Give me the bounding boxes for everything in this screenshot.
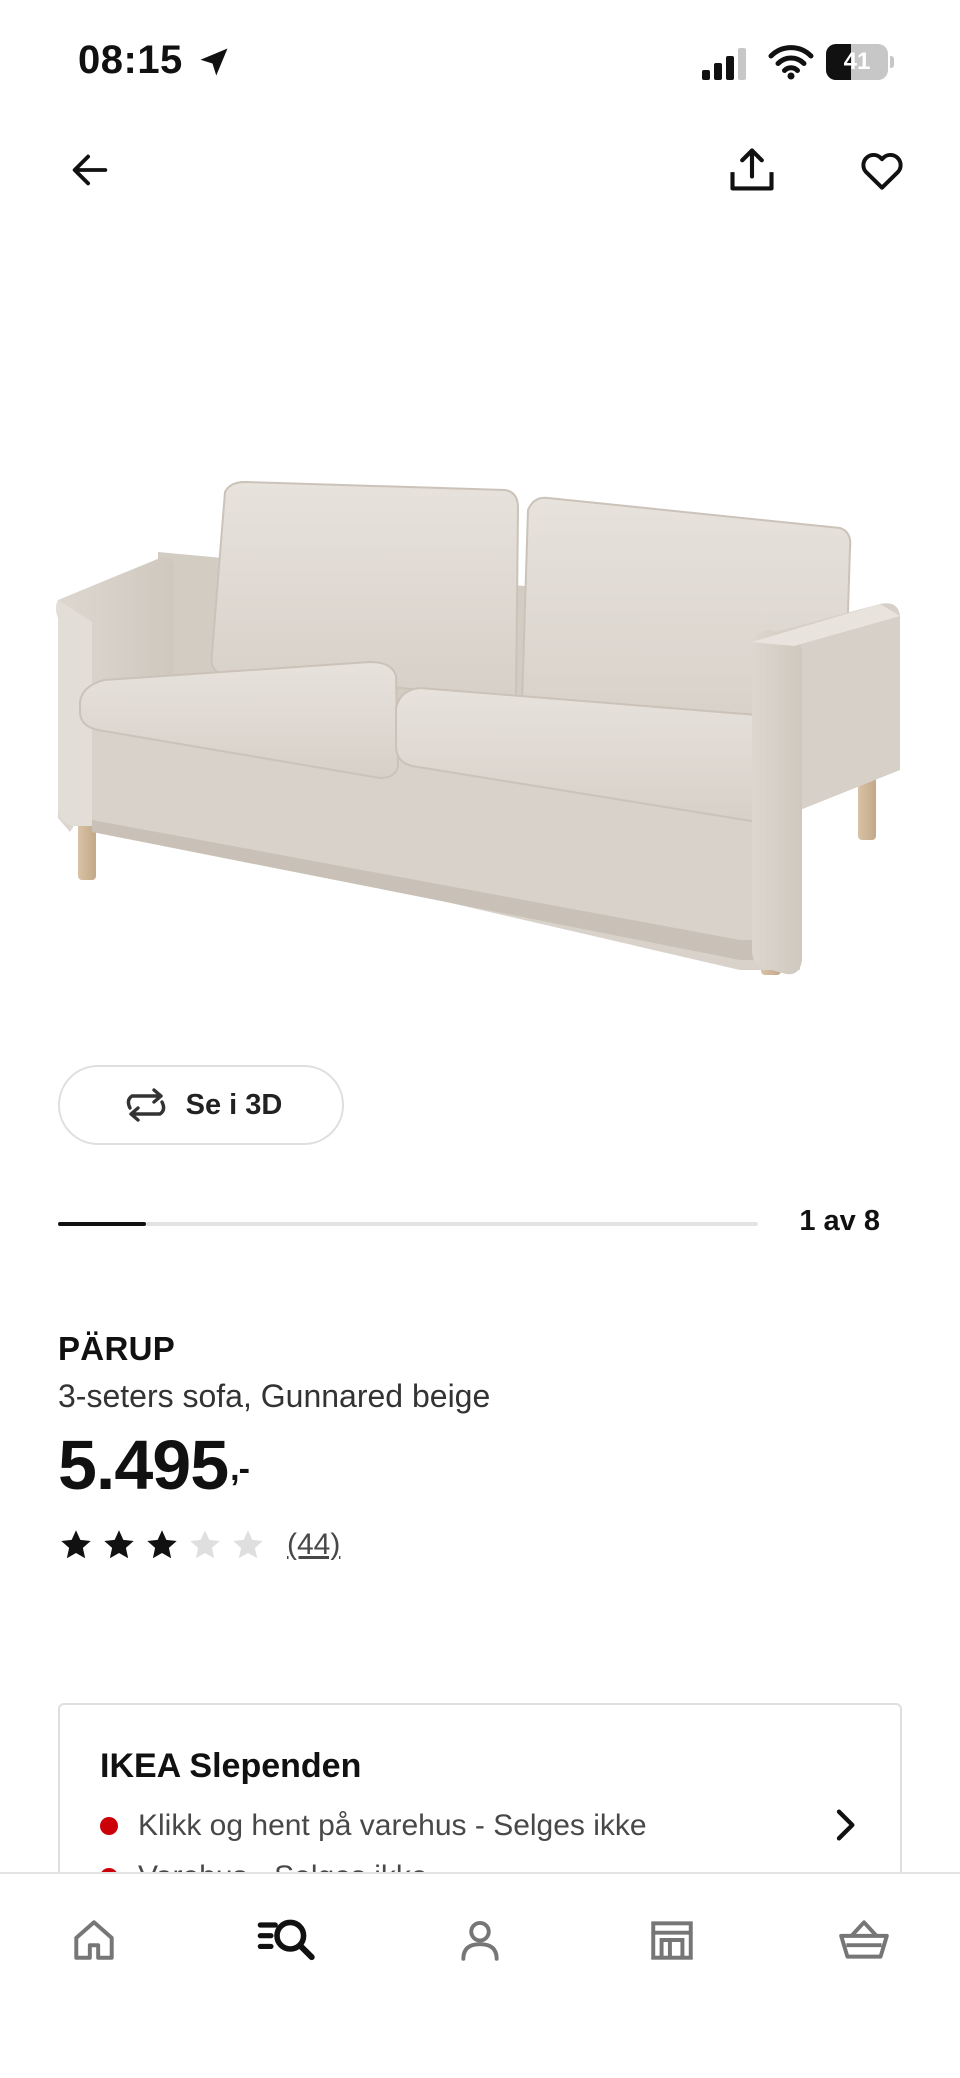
tab-basket[interactable] bbox=[828, 1904, 900, 1976]
store-availability-row: Klikk og hent på varehus - Selges ikke bbox=[100, 1806, 647, 1846]
price-suffix: ,- bbox=[230, 1450, 250, 1488]
review-count-link[interactable]: (44) bbox=[287, 1528, 340, 1562]
bottom-tab-bar bbox=[0, 1872, 960, 2078]
cellular-signal-icon bbox=[702, 48, 746, 80]
share-upload-icon bbox=[730, 148, 774, 191]
chevron-right-icon[interactable] bbox=[824, 1805, 864, 1845]
tab-store[interactable] bbox=[636, 1904, 708, 1976]
star-empty-icon bbox=[233, 1530, 263, 1559]
top-nav bbox=[0, 130, 960, 210]
star-filled-icon bbox=[61, 1530, 91, 1559]
rotate-3d-icon bbox=[126, 1088, 165, 1122]
rating-stars bbox=[58, 1527, 273, 1563]
status-bar: 08:15 41 bbox=[0, 0, 960, 130]
store-name: IKEA Slependen bbox=[100, 1747, 362, 1785]
location-arrow-icon bbox=[200, 48, 228, 76]
tab-home[interactable] bbox=[58, 1904, 130, 1976]
share-button[interactable] bbox=[720, 138, 784, 202]
star-filled-icon bbox=[104, 1530, 134, 1559]
gallery-progress-track[interactable] bbox=[58, 1222, 758, 1226]
store-icon bbox=[651, 1921, 693, 1960]
availability-text: Klikk og hent på varehus - Selges ikke bbox=[138, 1809, 647, 1842]
price-value: 5.495 bbox=[58, 1426, 229, 1504]
arrow-left-icon bbox=[72, 154, 108, 186]
tab-search[interactable] bbox=[250, 1904, 322, 1976]
product-price: 5.495,- bbox=[58, 1425, 250, 1505]
rating[interactable]: (44) bbox=[58, 1525, 340, 1565]
favorite-button[interactable] bbox=[850, 138, 914, 202]
search-list-icon bbox=[257, 1919, 315, 1961]
star-empty-icon bbox=[190, 1530, 220, 1559]
basket-icon bbox=[839, 1920, 889, 1959]
gallery-counter: 1 av 8 bbox=[799, 1205, 880, 1237]
product-image[interactable] bbox=[40, 440, 920, 980]
view-3d-button[interactable]: Se i 3D bbox=[58, 1065, 344, 1145]
status-time: 08:15 bbox=[78, 38, 183, 82]
battery-level: 41 bbox=[843, 48, 871, 75]
profile-icon bbox=[461, 1920, 499, 1961]
heart-outline-icon bbox=[861, 152, 903, 190]
tab-profile[interactable] bbox=[444, 1904, 516, 1976]
view-3d-label: Se i 3D bbox=[185, 1088, 283, 1121]
battery-indicator: 41 bbox=[826, 44, 894, 80]
wifi-icon bbox=[768, 45, 814, 80]
back-button[interactable] bbox=[58, 138, 122, 202]
home-icon bbox=[74, 1920, 114, 1960]
status-dot bbox=[100, 1817, 118, 1835]
product-description: 3-seters sofa, Gunnared beige bbox=[58, 1378, 491, 1414]
star-filled-icon bbox=[147, 1530, 177, 1559]
product-name: PÄRUP bbox=[58, 1330, 176, 1367]
gallery-progress-fill bbox=[58, 1222, 146, 1226]
